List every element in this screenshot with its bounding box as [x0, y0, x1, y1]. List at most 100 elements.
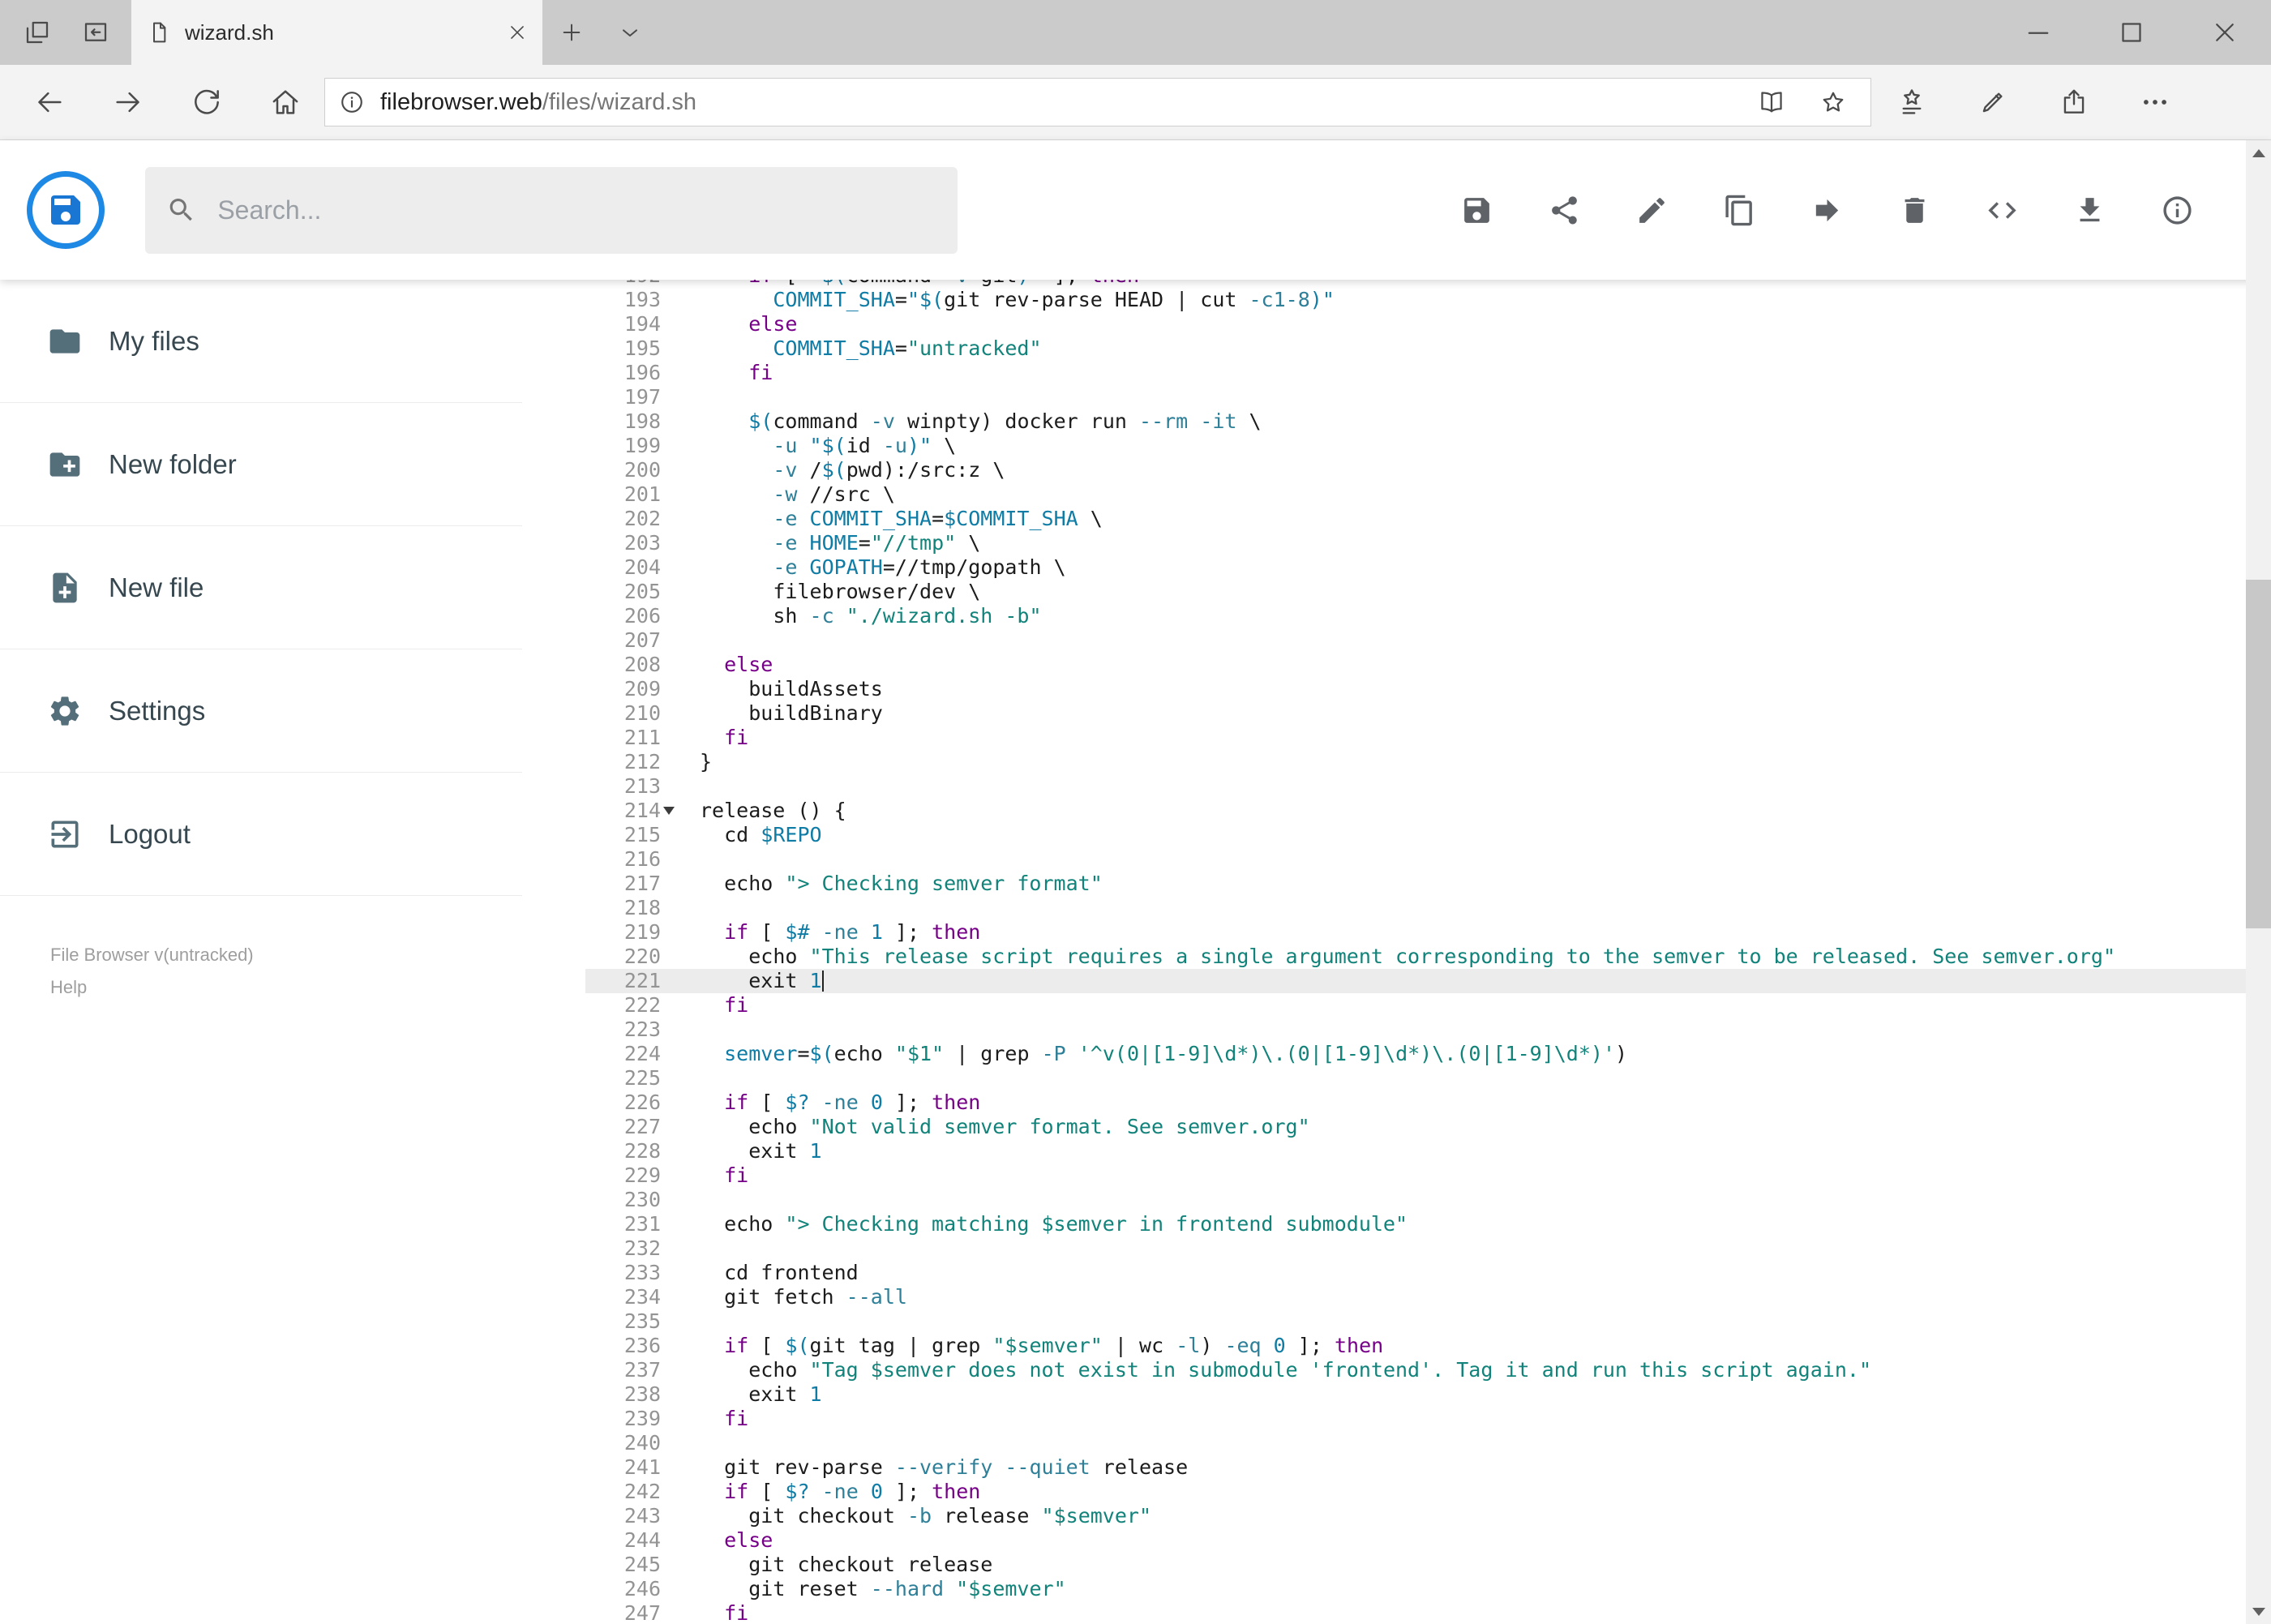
editor-line[interactable]: 207	[585, 628, 2246, 653]
scrollbar-track[interactable]	[2246, 165, 2271, 1599]
maximize-icon[interactable]	[2085, 0, 2178, 65]
search-input[interactable]	[217, 195, 936, 225]
info-button[interactable]	[2161, 194, 2194, 227]
vertical-scrollbar[interactable]	[2246, 140, 2271, 1624]
editor-line[interactable]: 211 fi	[585, 726, 2246, 750]
editor-line[interactable]: 217 echo "> Checking semver format"	[585, 872, 2246, 896]
editor-line[interactable]: 242 if [ $? -ne 0 ]; then	[585, 1480, 2246, 1504]
fold-arrow-icon[interactable]	[663, 807, 675, 815]
editor-line[interactable]: 213	[585, 774, 2246, 799]
tabs-set-aside-icon[interactable]	[8, 0, 66, 65]
editor-line[interactable]: 214 release () {	[585, 799, 2246, 823]
editor-line[interactable]: 228 exit 1	[585, 1139, 2246, 1163]
editor-line[interactable]: 245 git checkout release	[585, 1553, 2246, 1577]
editor-line[interactable]: 196 fi	[585, 361, 2246, 385]
reading-view-icon[interactable]	[1741, 79, 1802, 126]
browser-tab[interactable]: wizard.sh	[131, 0, 542, 65]
web-note-pen-icon[interactable]	[1952, 65, 2033, 139]
editor-line[interactable]: 202 -e COMMIT_SHA=$COMMIT_SHA \	[585, 507, 2246, 531]
editor-line[interactable]: 194 else	[585, 312, 2246, 336]
editor-line[interactable]: 193 COMMIT_SHA="$(git rev-parse HEAD | c…	[585, 288, 2246, 312]
editor-line[interactable]: 212}	[585, 750, 2246, 774]
share-button[interactable]	[1548, 194, 1581, 227]
editor-line[interactable]: 232	[585, 1236, 2246, 1261]
editor-line[interactable]: 218	[585, 896, 2246, 920]
favorite-star-icon[interactable]	[1802, 79, 1864, 126]
editor-line[interactable]: 205 filebrowser/dev \	[585, 580, 2246, 604]
editor-line[interactable]: 220 echo "This release script requires a…	[585, 945, 2246, 969]
sidebar-item-my-files[interactable]: My files	[0, 280, 585, 403]
editor-line[interactable]: 216	[585, 847, 2246, 872]
editor-line[interactable]: 223	[585, 1018, 2246, 1042]
editor-line[interactable]: 243 git checkout -b release "$semver"	[585, 1504, 2246, 1528]
editor-line[interactable]: 244 else	[585, 1528, 2246, 1553]
editor-line[interactable]: 198 $(command -v winpty) docker run --rm…	[585, 409, 2246, 434]
forward-icon[interactable]	[88, 65, 167, 139]
sidebar-item-logout[interactable]: Logout	[0, 773, 585, 896]
move-button[interactable]	[1810, 194, 1844, 227]
editor-line[interactable]: 227 echo "Not valid semver format. See s…	[585, 1115, 2246, 1139]
help-link[interactable]: Help	[50, 975, 87, 1000]
editor-line[interactable]: 236 if [ $(git tag | grep "$semver" | wc…	[585, 1334, 2246, 1358]
editor-line[interactable]: 215 cd $REPO	[585, 823, 2246, 847]
editor-line[interactable]: 233 cd frontend	[585, 1261, 2246, 1285]
editor-line[interactable]: 192 if [ "$(command -v git)" ]; then	[585, 280, 2246, 288]
editor-line[interactable]: 209 buildAssets	[585, 677, 2246, 701]
editor-line[interactable]: 239 fi	[585, 1407, 2246, 1431]
back-icon[interactable]	[10, 65, 88, 139]
url-field[interactable]: filebrowser.web/files/wizard.sh	[324, 78, 1871, 126]
editor-line[interactable]: 226 if [ $? -ne 0 ]; then	[585, 1091, 2246, 1115]
editor-line[interactable]: 208 else	[585, 653, 2246, 677]
close-window-icon[interactable]	[2178, 0, 2271, 65]
editor-line[interactable]: 195 COMMIT_SHA="untracked"	[585, 336, 2246, 361]
copy-button[interactable]	[1723, 194, 1756, 227]
editor-line[interactable]: 197	[585, 385, 2246, 409]
site-info-icon[interactable]	[338, 88, 366, 116]
editor-line[interactable]: 241 git rev-parse --verify --quiet relea…	[585, 1455, 2246, 1480]
code-editor[interactable]: 192 if [ "$(command -v git)" ]; then193 …	[585, 280, 2246, 1624]
more-menu-icon[interactable]	[2115, 65, 2196, 139]
app-logo[interactable]	[27, 171, 105, 249]
sidebar-item-settings[interactable]: Settings	[0, 649, 585, 773]
scrollbar-thumb[interactable]	[2246, 580, 2271, 928]
editor-line[interactable]: 222 fi	[585, 993, 2246, 1018]
minimize-icon[interactable]	[1991, 0, 2085, 65]
editor-line[interactable]: 201 -w //src \	[585, 482, 2246, 507]
editor-line[interactable]: 225	[585, 1066, 2246, 1091]
editor-line[interactable]: 231 echo "> Checking matching $semver in…	[585, 1212, 2246, 1236]
refresh-icon[interactable]	[167, 65, 246, 139]
editor-line[interactable]: 229 fi	[585, 1163, 2246, 1188]
delete-button[interactable]	[1898, 194, 1931, 227]
editor-line[interactable]: 246 git reset --hard "$semver"	[585, 1577, 2246, 1601]
scroll-up-icon[interactable]	[2246, 140, 2271, 165]
editor-line[interactable]: 200 -v /$(pwd):/src:z \	[585, 458, 2246, 482]
editor-line[interactable]: 210 buildBinary	[585, 701, 2246, 726]
new-tab-icon[interactable]	[542, 0, 601, 65]
scroll-down-icon[interactable]	[2246, 1599, 2271, 1624]
editor-line[interactable]: 221 exit 1	[585, 969, 2246, 993]
editor-line[interactable]: 203 -e HOME="//tmp" \	[585, 531, 2246, 555]
editor-line[interactable]: 204 -e GOPATH=//tmp/gopath \	[585, 555, 2246, 580]
editor-line[interactable]: 247 fi	[585, 1601, 2246, 1624]
editor-line[interactable]: 224 semver=$(echo "$1" | grep -P '^v(0|[…	[585, 1042, 2246, 1066]
editor-line[interactable]: 219 if [ $# -ne 1 ]; then	[585, 920, 2246, 945]
editor-line[interactable]: 237 echo "Tag $semver does not exist in …	[585, 1358, 2246, 1382]
tab-preview-chevron-icon[interactable]	[601, 0, 659, 65]
rename-button[interactable]	[1635, 194, 1669, 227]
share-icon[interactable]	[2033, 65, 2115, 139]
editor-line[interactable]: 230	[585, 1188, 2246, 1212]
sidebar-item-new-folder[interactable]: New folder	[0, 403, 585, 526]
editor-line[interactable]: 199 -u "$(id -u)" \	[585, 434, 2246, 458]
editor-line[interactable]: 238 exit 1	[585, 1382, 2246, 1407]
home-icon[interactable]	[246, 65, 324, 139]
sidebar-item-new-file[interactable]: New file	[0, 526, 585, 649]
editor-line[interactable]: 235	[585, 1309, 2246, 1334]
close-tab-icon[interactable]	[507, 22, 528, 43]
set-tabs-aside-icon[interactable]	[66, 0, 125, 65]
raw-view-button[interactable]	[1986, 194, 2019, 227]
editor-line[interactable]: 234 git fetch --all	[585, 1285, 2246, 1309]
editor-line[interactable]: 240	[585, 1431, 2246, 1455]
search-box[interactable]	[145, 166, 958, 254]
download-button[interactable]	[2073, 194, 2106, 227]
hub-favorites-icon[interactable]	[1871, 65, 1952, 139]
